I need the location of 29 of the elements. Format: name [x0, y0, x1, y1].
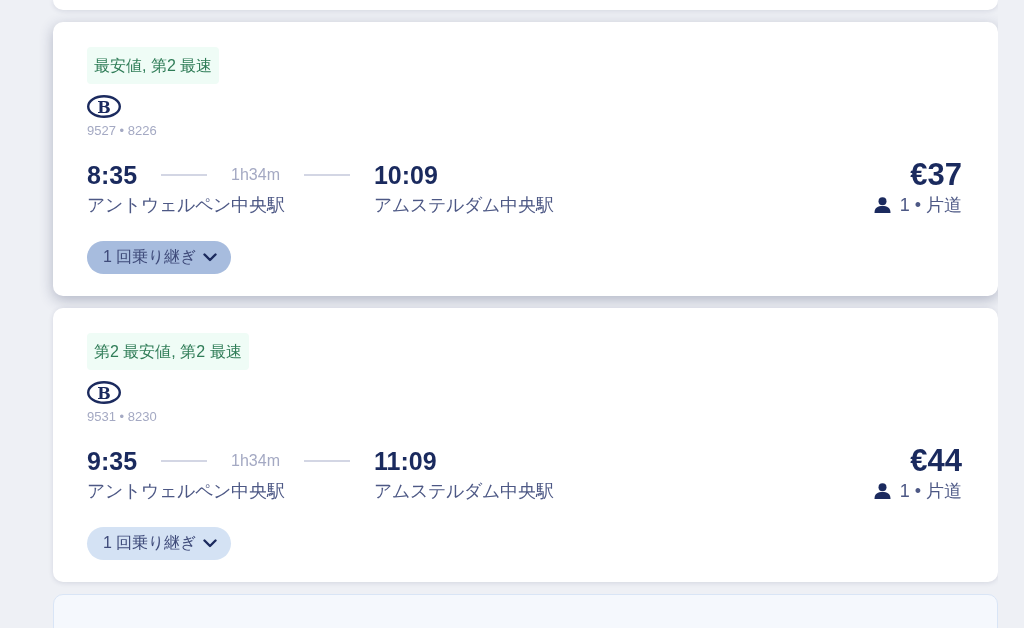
arrival-time: 10:09 — [373, 160, 439, 191]
trip-duration: 1h34m — [231, 166, 280, 184]
ticket-price: €44 — [910, 443, 962, 479]
result-card[interactable] — [53, 0, 998, 10]
person-icon — [873, 483, 891, 499]
departure-station: アントウェルペン中央駅 — [87, 480, 286, 503]
ticket-price: €37 — [910, 157, 962, 193]
train-numbers: 9531 • 8230 — [87, 408, 157, 426]
result-card[interactable]: 最安値, 第2 最速 B 9527 • 8226 8:35 1h34m 10:09 €37 アントウェルペン中央駅 アムステルダム中央駅 1 • 片道 1 回乗り継ぎ — [53, 22, 998, 296]
passenger-info: 1 • 片道 — [899, 480, 962, 503]
arrival-station: アムステルダム中央駅 — [373, 194, 554, 217]
departure-time: 9:35 — [87, 446, 138, 477]
person-icon — [873, 197, 891, 213]
result-card[interactable]: 第2 最安値, 第2 最速 B 9531 • 8230 9:35 1h34m 11:09 €44 アントウェルペン中央駅 アムステルダム中央駅 1 • 片道 1 回乗り継ぎ — [53, 308, 998, 582]
operator-logo: B — [87, 95, 121, 118]
operator-logo: B — [87, 381, 121, 404]
stops-button[interactable]: 1 回乗り継ぎ — [87, 527, 232, 560]
arrival-time: 11:09 — [373, 446, 438, 477]
departure-time: 8:35 — [87, 160, 138, 191]
passenger-info: 1 • 片道 — [899, 194, 962, 217]
trip-duration: 1h34m — [231, 452, 280, 470]
chevron-down-icon — [203, 539, 218, 548]
departure-station: アントウェルペン中央駅 — [87, 194, 286, 217]
chevron-down-icon — [203, 253, 218, 262]
arrival-station: アムステルダム中央駅 — [373, 480, 554, 503]
stops-button[interactable]: 1 回乗り継ぎ — [87, 241, 232, 274]
ranking-tag: 最安値, 第2 最速 — [87, 47, 220, 84]
train-numbers: 9527 • 8226 — [87, 122, 157, 140]
ranking-tag: 第2 最安値, 第2 最速 — [87, 333, 249, 370]
